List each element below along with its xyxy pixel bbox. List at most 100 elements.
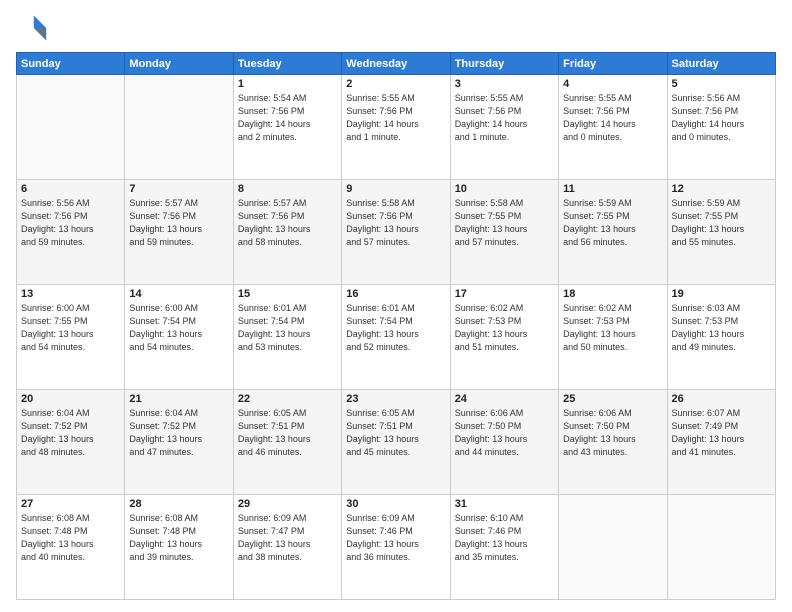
day-info: Sunrise: 5:55 AM Sunset: 7:56 PM Dayligh…: [455, 92, 554, 144]
day-info: Sunrise: 6:03 AM Sunset: 7:53 PM Dayligh…: [672, 302, 771, 354]
table-row: 1 Sunrise: 5:54 AM Sunset: 7:56 PM Daylig…: [233, 75, 341, 180]
day-number: 16: [346, 288, 445, 300]
table-row: 23 Sunrise: 6:05 AM Sunset: 7:51 PM Dayli…: [342, 390, 450, 495]
calendar-week-row: 6 Sunrise: 5:56 AM Sunset: 7:56 PM Daylig…: [17, 180, 776, 285]
day-info: Sunrise: 6:00 AM Sunset: 7:54 PM Dayligh…: [129, 302, 228, 354]
table-row: 14 Sunrise: 6:00 AM Sunset: 7:54 PM Dayli…: [125, 285, 233, 390]
day-number: 9: [346, 183, 445, 195]
day-number: 30: [346, 498, 445, 510]
day-number: 31: [455, 498, 554, 510]
day-number: 27: [21, 498, 120, 510]
table-row: 4 Sunrise: 5:55 AM Sunset: 7:56 PM Daylig…: [559, 75, 667, 180]
table-row: 18Sunrise: 6:02 AM Sunset: 7:53 PM Dayli…: [559, 285, 667, 390]
calendar-table: Sunday Monday Tuesday Wednesday Thursday…: [16, 52, 776, 600]
day-number: 23: [346, 393, 445, 405]
table-row: 12 Sunrise: 5:59 AM Sunset: 7:55 PM Dayli…: [667, 180, 775, 285]
day-number: 2: [346, 78, 445, 90]
day-info: Sunrise: 6:09 AM Sunset: 7:46 PM Dayligh…: [346, 512, 445, 564]
table-row: 30 Sunrise: 6:09 AM Sunset: 7:46 PM Dayli…: [342, 495, 450, 600]
day-number: 24: [455, 393, 554, 405]
day-info: Sunrise: 6:02 AM Sunset: 7:53 PM Dayligh…: [455, 302, 554, 354]
logo-icon: [16, 12, 48, 44]
day-number: 8: [238, 183, 337, 195]
table-row: 15 Sunrise: 6:01 AM Sunset: 7:54 PM Dayli…: [233, 285, 341, 390]
day-number: 21: [129, 393, 228, 405]
calendar-week-row: 20 Sunrise: 6:04 AM Sunset: 7:52 PM Dayli…: [17, 390, 776, 495]
day-info: Sunrise: 6:01 AM Sunset: 7:54 PM Dayligh…: [238, 302, 337, 354]
day-info: Sunrise: 5:54 AM Sunset: 7:56 PM Dayligh…: [238, 92, 337, 144]
table-row: 29Sunrise: 6:09 AM Sunset: 7:47 PM Dayli…: [233, 495, 341, 600]
col-thursday: Thursday: [450, 53, 558, 75]
table-row: [17, 75, 125, 180]
col-sunday: Sunday: [17, 53, 125, 75]
col-monday: Monday: [125, 53, 233, 75]
day-info: Sunrise: 6:10 AM Sunset: 7:46 PM Dayligh…: [455, 512, 554, 564]
day-info: Sunrise: 6:09 AM Sunset: 7:47 PM Dayligh…: [238, 512, 337, 564]
table-row: 6 Sunrise: 5:56 AM Sunset: 7:56 PM Daylig…: [17, 180, 125, 285]
table-row: 24 Sunrise: 6:06 AM Sunset: 7:50 PM Dayli…: [450, 390, 558, 495]
table-row: 13 Sunrise: 6:00 AM Sunset: 7:55 PM Dayli…: [17, 285, 125, 390]
day-number: 25: [563, 393, 662, 405]
day-info: Sunrise: 6:05 AM Sunset: 7:51 PM Dayligh…: [238, 407, 337, 459]
logo: [16, 12, 52, 44]
day-info: Sunrise: 6:06 AM Sunset: 7:50 PM Dayligh…: [455, 407, 554, 459]
header: [16, 12, 776, 44]
table-row: [667, 495, 775, 600]
day-info: Sunrise: 5:59 AM Sunset: 7:55 PM Dayligh…: [672, 197, 771, 249]
table-row: 11 Sunrise: 5:59 AM Sunset: 7:55 PM Dayli…: [559, 180, 667, 285]
day-info: Sunrise: 6:06 AM Sunset: 7:50 PM Dayligh…: [563, 407, 662, 459]
day-info: Sunrise: 5:58 AM Sunset: 7:55 PM Dayligh…: [455, 197, 554, 249]
day-number: 19: [672, 288, 771, 300]
day-info: Sunrise: 5:58 AM Sunset: 7:56 PM Dayligh…: [346, 197, 445, 249]
calendar-header-row: Sunday Monday Tuesday Wednesday Thursday…: [17, 53, 776, 75]
col-friday: Friday: [559, 53, 667, 75]
day-info: Sunrise: 6:08 AM Sunset: 7:48 PM Dayligh…: [129, 512, 228, 564]
table-row: [559, 495, 667, 600]
day-info: Sunrise: 5:55 AM Sunset: 7:56 PM Dayligh…: [346, 92, 445, 144]
day-number: 26: [672, 393, 771, 405]
calendar-week-row: 13 Sunrise: 6:00 AM Sunset: 7:55 PM Dayli…: [17, 285, 776, 390]
col-wednesday: Wednesday: [342, 53, 450, 75]
day-number: 15: [238, 288, 337, 300]
table-row: 8 Sunrise: 5:57 AM Sunset: 7:56 PM Daylig…: [233, 180, 341, 285]
day-number: 11: [563, 183, 662, 195]
day-number: 14: [129, 288, 228, 300]
table-row: 9 Sunrise: 5:58 AM Sunset: 7:56 PM Daylig…: [342, 180, 450, 285]
table-row: 21 Sunrise: 6:04 AM Sunset: 7:52 PM Dayli…: [125, 390, 233, 495]
day-info: Sunrise: 5:55 AM Sunset: 7:56 PM Dayligh…: [563, 92, 662, 144]
table-row: 26 Sunrise: 6:07 AM Sunset: 7:49 PM Dayli…: [667, 390, 775, 495]
day-info: Sunrise: 5:57 AM Sunset: 7:56 PM Dayligh…: [129, 197, 228, 249]
day-info: Sunrise: 5:56 AM Sunset: 7:56 PM Dayligh…: [672, 92, 771, 144]
table-row: 19 Sunrise: 6:03 AM Sunset: 7:53 PM Dayli…: [667, 285, 775, 390]
day-info: Sunrise: 5:57 AM Sunset: 7:56 PM Dayligh…: [238, 197, 337, 249]
day-info: Sunrise: 6:07 AM Sunset: 7:49 PM Dayligh…: [672, 407, 771, 459]
table-row: 25 Sunrise: 6:06 AM Sunset: 7:50 PM Dayli…: [559, 390, 667, 495]
page: Sunday Monday Tuesday Wednesday Thursday…: [0, 0, 792, 612]
day-info: Sunrise: 6:00 AM Sunset: 7:55 PM Dayligh…: [21, 302, 120, 354]
calendar-week-row: 1 Sunrise: 5:54 AM Sunset: 7:56 PM Daylig…: [17, 75, 776, 180]
day-number: 1: [238, 78, 337, 90]
day-number: 12: [672, 183, 771, 195]
table-row: 2 Sunrise: 5:55 AM Sunset: 7:56 PM Daylig…: [342, 75, 450, 180]
table-row: 3 Sunrise: 5:55 AM Sunset: 7:56 PM Daylig…: [450, 75, 558, 180]
col-saturday: Saturday: [667, 53, 775, 75]
day-number: 17: [455, 288, 554, 300]
day-number: 6: [21, 183, 120, 195]
table-row: 7Sunrise: 5:57 AM Sunset: 7:56 PM Daylig…: [125, 180, 233, 285]
col-tuesday: Tuesday: [233, 53, 341, 75]
calendar-week-row: 27 Sunrise: 6:08 AM Sunset: 7:48 PM Dayli…: [17, 495, 776, 600]
day-info: Sunrise: 6:05 AM Sunset: 7:51 PM Dayligh…: [346, 407, 445, 459]
day-number: 28: [129, 498, 228, 510]
day-info: Sunrise: 6:04 AM Sunset: 7:52 PM Dayligh…: [129, 407, 228, 459]
day-number: 5: [672, 78, 771, 90]
day-info: Sunrise: 5:59 AM Sunset: 7:55 PM Dayligh…: [563, 197, 662, 249]
day-number: 4: [563, 78, 662, 90]
day-info: Sunrise: 5:56 AM Sunset: 7:56 PM Dayligh…: [21, 197, 120, 249]
day-number: 20: [21, 393, 120, 405]
table-row: [125, 75, 233, 180]
day-info: Sunrise: 6:01 AM Sunset: 7:54 PM Dayligh…: [346, 302, 445, 354]
day-number: 10: [455, 183, 554, 195]
table-row: 5 Sunrise: 5:56 AM Sunset: 7:56 PM Daylig…: [667, 75, 775, 180]
day-number: 3: [455, 78, 554, 90]
day-number: 13: [21, 288, 120, 300]
